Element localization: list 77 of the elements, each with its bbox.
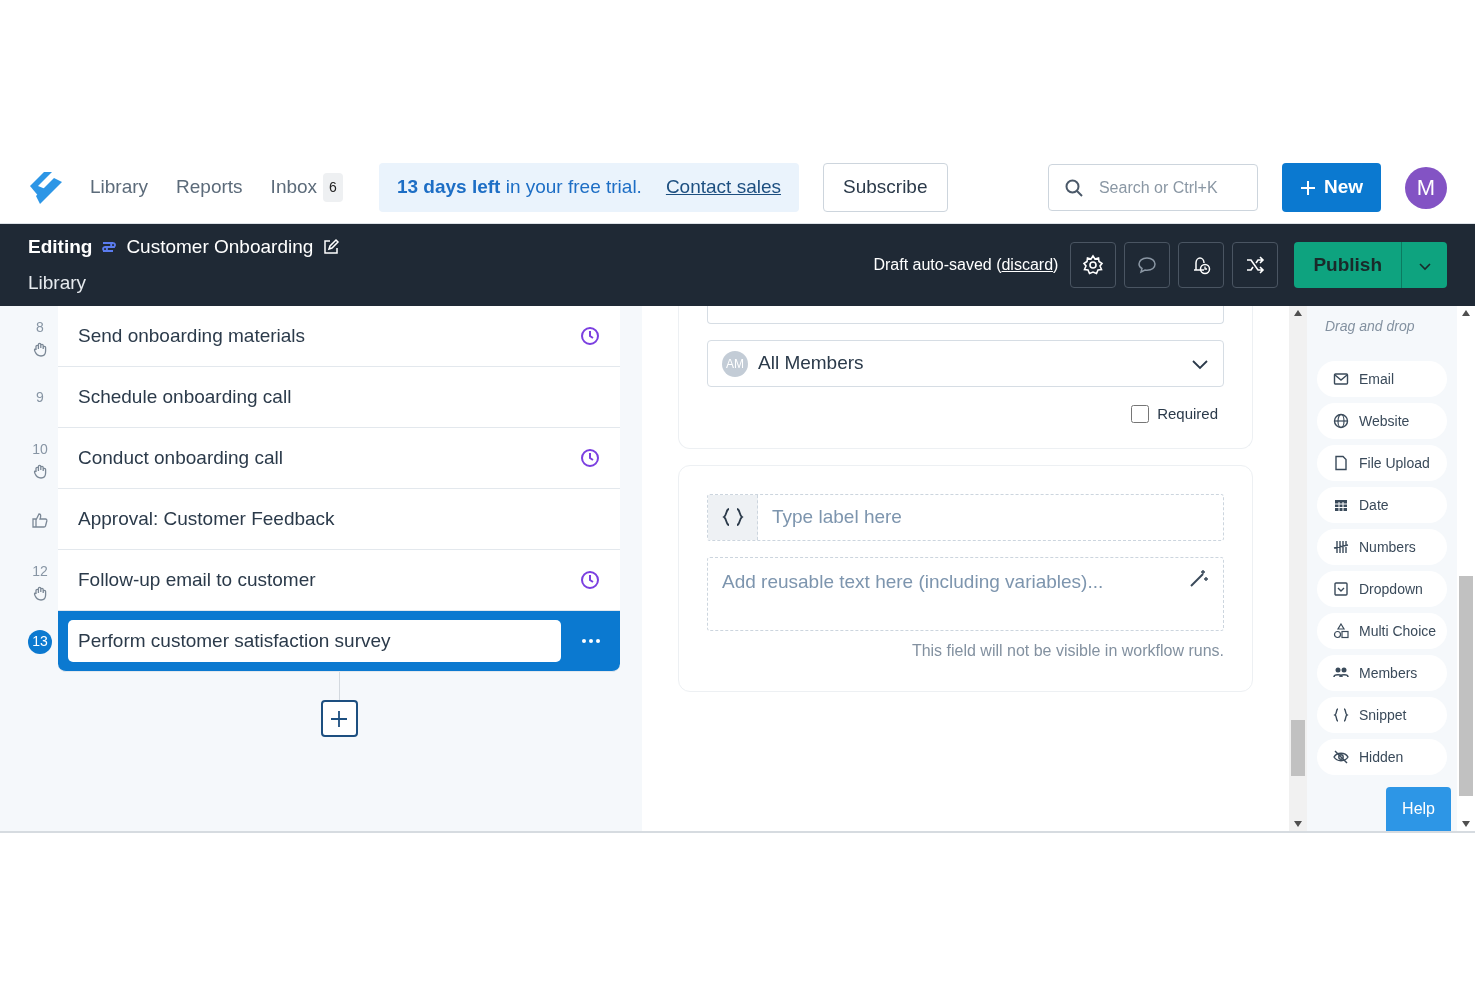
nav-link[interactable]: Reports	[176, 173, 243, 202]
globe-icon	[1333, 413, 1349, 429]
snippet-text-field[interactable]: Add reusable text here (including variables)...	[707, 556, 1224, 631]
add-step-button[interactable]	[320, 700, 358, 737]
nav-link[interactable]: Library	[90, 173, 149, 202]
shuffle-icon	[1244, 254, 1267, 276]
workflow-step[interactable]: Conduct onboarding call	[58, 428, 620, 489]
scrollbar-thumb[interactable]	[1459, 576, 1473, 796]
assignee-dropdown[interactable]: AM All Members	[707, 340, 1224, 387]
braces-icon	[1333, 707, 1349, 723]
discard-link[interactable]: discard	[1001, 256, 1054, 273]
scroll-down-icon	[1462, 821, 1470, 827]
scrollbar-thumb[interactable]	[1291, 720, 1305, 776]
reminder-button[interactable]	[1178, 242, 1225, 288]
contact-sales-link[interactable]: Contact sales	[665, 173, 781, 202]
count-badge: 6	[323, 173, 343, 202]
required-label: Required	[1157, 404, 1218, 424]
trial-message: 13 days left in your free trial.	[396, 175, 642, 200]
avatar-initials: AM	[722, 350, 748, 377]
calendar-icon	[1333, 497, 1349, 513]
tally-icon	[1333, 539, 1349, 555]
editing-label: Editing	[28, 234, 93, 259]
palette-item[interactable]: Members	[1317, 655, 1447, 691]
field-note: This field will not be visible in workflow runs.	[910, 640, 1224, 661]
palette-item[interactable]: Snippet	[1317, 697, 1447, 733]
workflow-step[interactable]: Schedule onboarding call	[58, 367, 620, 428]
workflow-step[interactable]: Approval: Customer Feedback	[58, 489, 620, 550]
step-number: 13	[28, 629, 52, 654]
comment-icon	[1136, 254, 1159, 276]
selected-step[interactable]: Perform customer satisfaction survey	[58, 611, 620, 672]
nav-link[interactable]: Inbox 6	[270, 173, 343, 202]
step-number: 8	[36, 317, 44, 337]
magic-wand-icon[interactable]	[1189, 567, 1209, 588]
comment-button[interactable]	[1124, 242, 1171, 288]
scroll-up-icon	[1462, 310, 1470, 316]
palette-item[interactable]: Email	[1317, 361, 1447, 397]
palette-item[interactable]: Numbers	[1317, 529, 1447, 565]
text-input[interactable]: Add reusable text here (including variables)...	[722, 567, 1189, 620]
dropdown-icon	[1333, 581, 1349, 597]
palette-item[interactable]: Website	[1317, 403, 1447, 439]
palette-hint: Drag and drop	[1324, 317, 1416, 336]
shapes-icon	[1333, 623, 1349, 639]
workflow-step[interactable]: Send onboarding materials	[58, 306, 620, 367]
breadcrumb-link[interactable]: Library	[28, 269, 341, 298]
braces-icon	[721, 507, 744, 527]
palette-item[interactable]: Hidden	[1317, 739, 1447, 775]
envelope-icon	[1333, 371, 1349, 387]
scroll-down-icon	[1294, 821, 1302, 827]
more-icon[interactable]	[581, 638, 601, 644]
search-field[interactable]: Search or Ctrl+K	[1047, 164, 1258, 211]
step-number: 12	[32, 561, 48, 581]
palette-item[interactable]: Dropdown	[1317, 571, 1447, 607]
edit-icon[interactable]	[322, 237, 341, 256]
settings-icon	[1082, 254, 1105, 276]
workflow-step[interactable]: Follow-up email to customer	[58, 550, 620, 611]
thumbs-up-icon	[32, 511, 48, 528]
step-number: 10	[32, 439, 48, 459]
plus-icon	[330, 709, 348, 728]
required-checkbox[interactable]	[1131, 405, 1150, 424]
plus-icon	[1299, 179, 1316, 196]
palette-item[interactable]: Multi Choice	[1317, 613, 1447, 649]
publish-button[interactable]: Publish	[1294, 242, 1401, 288]
palette-item[interactable]: Date	[1317, 487, 1447, 523]
document-icon	[1333, 455, 1349, 471]
scroll-up-icon	[1294, 310, 1302, 316]
search-icon	[1064, 178, 1083, 197]
workflow-title: Customer Onboarding	[126, 234, 314, 259]
new-button[interactable]: New	[1281, 163, 1381, 212]
eye-slash-icon	[1333, 749, 1349, 765]
user-avatar[interactable]: M	[1405, 166, 1447, 209]
step-number: 9	[36, 388, 44, 407]
settings-button[interactable]	[1070, 242, 1117, 288]
draft-status: Draft auto-saved (discard)	[873, 255, 1059, 275]
step-title-field[interactable]: Perform customer satisfaction survey	[68, 620, 561, 662]
palette-item[interactable]: File Upload	[1317, 445, 1447, 481]
subscribe-button[interactable]: Subscribe	[823, 163, 948, 212]
shuffle-button[interactable]	[1232, 242, 1279, 288]
